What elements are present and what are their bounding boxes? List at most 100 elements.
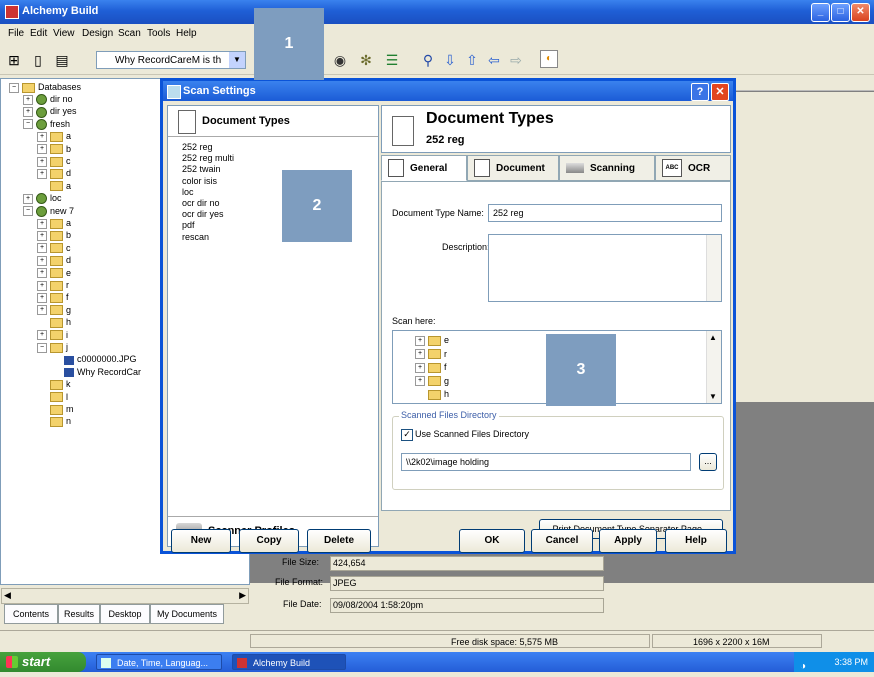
delete-button[interactable]: Delete (307, 529, 371, 553)
tree-item[interactable]: + c (37, 155, 71, 167)
properties-icon[interactable]: ▤ (52, 50, 72, 70)
tree-item[interactable]: c0000000.JPG (51, 353, 137, 365)
gears-icon[interactable]: ✻ (356, 50, 376, 70)
description-scrollbar[interactable] (706, 235, 721, 301)
document-combo[interactable]: Why RecordCareM is th ▼ (96, 51, 246, 69)
help-button-bottom[interactable]: Help (665, 529, 727, 553)
list-item[interactable]: pdf (182, 220, 234, 231)
tree-item[interactable]: + dir yes (23, 105, 77, 118)
expand-icon[interactable]: + (415, 376, 425, 387)
tree-item[interactable]: + d (37, 254, 71, 266)
ok-button[interactable]: OK (459, 529, 525, 553)
tab-document[interactable]: Document (467, 155, 559, 181)
arrow-down-icon[interactable]: ⇩ (440, 50, 460, 70)
tree-item[interactable]: − j (37, 341, 68, 353)
arrow-up-icon[interactable]: ⇧ (462, 50, 482, 70)
new-button[interactable]: New (171, 529, 231, 553)
copy-button[interactable]: Copy (239, 529, 299, 553)
expand-icon[interactable]: + (37, 131, 47, 142)
collapse-icon[interactable]: − (37, 342, 47, 353)
help-button[interactable]: ? (691, 83, 709, 101)
menu-view[interactable]: View (53, 28, 75, 39)
menu-scan[interactable]: Scan (118, 28, 141, 39)
network-icon[interactable]: ◑ (800, 657, 806, 677)
list-item[interactable]: 252 reg (182, 142, 234, 153)
globe-icon[interactable]: ◉ (330, 50, 350, 70)
expand-icon[interactable]: + (37, 156, 47, 167)
tree-item[interactable]: + a (37, 217, 71, 229)
menu-file[interactable]: File (8, 28, 24, 39)
cancel-button[interactable]: Cancel (531, 529, 593, 553)
tree-horizontal-scrollbar[interactable]: ◀ ▶ (1, 588, 249, 604)
doc-type-name-field[interactable]: 252 reg (488, 204, 722, 222)
scan-tree-scrollbar[interactable]: ▲ ▼ (706, 331, 721, 403)
tree-item[interactable]: h (37, 316, 71, 328)
tree-item[interactable]: + r (415, 348, 447, 360)
tree-root[interactable]: − Databases (9, 81, 81, 93)
expand-icon[interactable]: + (37, 280, 47, 291)
tree-item[interactable]: − fresh (23, 118, 70, 130)
tree-item[interactable]: + e (415, 334, 449, 346)
view-icon[interactable]: ◐ (540, 50, 558, 68)
tree-item[interactable]: n (37, 415, 71, 428)
dialog-close-button[interactable]: ✕ (711, 83, 729, 101)
tree-item[interactable]: + b (37, 143, 71, 155)
tab-contents[interactable]: Contents (4, 604, 58, 624)
expand-icon[interactable]: + (23, 94, 33, 105)
tree-item[interactable]: + d (37, 167, 71, 180)
tree-item[interactable]: + e (37, 267, 71, 279)
menu-design[interactable]: Design (82, 28, 113, 39)
tab-desktop[interactable]: Desktop (100, 604, 150, 624)
use-scanned-checkbox[interactable]: ✓ (401, 429, 413, 441)
list-item[interactable]: 252 twain (182, 164, 234, 175)
document-icon[interactable]: ▯ (28, 50, 48, 70)
tree-item[interactable]: + r (37, 279, 69, 291)
browse-button[interactable]: ... (699, 453, 717, 471)
tree-item[interactable]: + g (415, 375, 449, 387)
task-alchemy-build[interactable]: Alchemy Build (232, 654, 346, 670)
expand-icon[interactable]: + (415, 362, 425, 373)
list-item[interactable]: color isis (182, 176, 234, 187)
tab-scanning[interactable]: Scanning (559, 155, 655, 181)
scroll-up-icon[interactable]: ▲ (709, 333, 717, 342)
expand-icon[interactable]: + (37, 169, 47, 180)
arrow-left-icon[interactable]: ⇦ (484, 50, 504, 70)
arrow-right-icon[interactable]: ⇨ (506, 50, 526, 70)
scroll-right-icon[interactable]: ▶ (239, 590, 246, 601)
tree-item[interactable]: k (37, 378, 71, 390)
tree-item[interactable]: l (37, 391, 68, 403)
tab-my-documents[interactable]: My Documents (150, 604, 224, 624)
binoculars-icon[interactable]: ⚲ (418, 50, 438, 70)
expand-icon[interactable]: + (23, 107, 33, 118)
expand-icon[interactable]: + (37, 218, 47, 229)
collapse-icon[interactable]: − (23, 119, 33, 130)
tree-item[interactable]: + c (37, 242, 71, 254)
expand-icon[interactable]: + (37, 330, 47, 341)
tree-item[interactable]: + dir no (23, 93, 73, 106)
maximize-button[interactable]: □ (831, 3, 850, 22)
tree-item[interactable]: + loc (23, 192, 62, 205)
expand-icon[interactable]: + (415, 335, 425, 346)
collapse-icon[interactable]: − (9, 82, 19, 93)
tab-ocr[interactable]: ABC OCR (655, 155, 731, 181)
list-item[interactable]: 252 reg multi (182, 153, 234, 164)
menu-help[interactable]: Help (176, 28, 197, 39)
expand-icon[interactable]: + (37, 305, 47, 316)
list-item[interactable]: ocr dir no (182, 198, 234, 209)
tree-item[interactable]: a (37, 180, 71, 192)
list-item[interactable]: ocr dir yes (182, 209, 234, 220)
list-item[interactable]: rescan (182, 232, 234, 243)
tree-item[interactable]: + b (37, 229, 71, 242)
tree-item[interactable]: + f (415, 361, 447, 373)
tree-item[interactable]: + f (37, 291, 69, 304)
list-item[interactable]: loc (182, 187, 234, 198)
expand-icon[interactable]: + (37, 293, 47, 304)
expand-icon[interactable]: + (37, 268, 47, 279)
panel-icon[interactable]: ☰ (382, 50, 402, 70)
expand-icon[interactable]: + (37, 231, 47, 242)
tab-results[interactable]: Results (58, 604, 100, 624)
tab-general[interactable]: General (381, 155, 467, 181)
close-button[interactable]: ✕ (851, 3, 870, 22)
collapse-icon[interactable]: − (23, 206, 33, 217)
task-date-time[interactable]: Date, Time, Languag... (96, 654, 222, 670)
